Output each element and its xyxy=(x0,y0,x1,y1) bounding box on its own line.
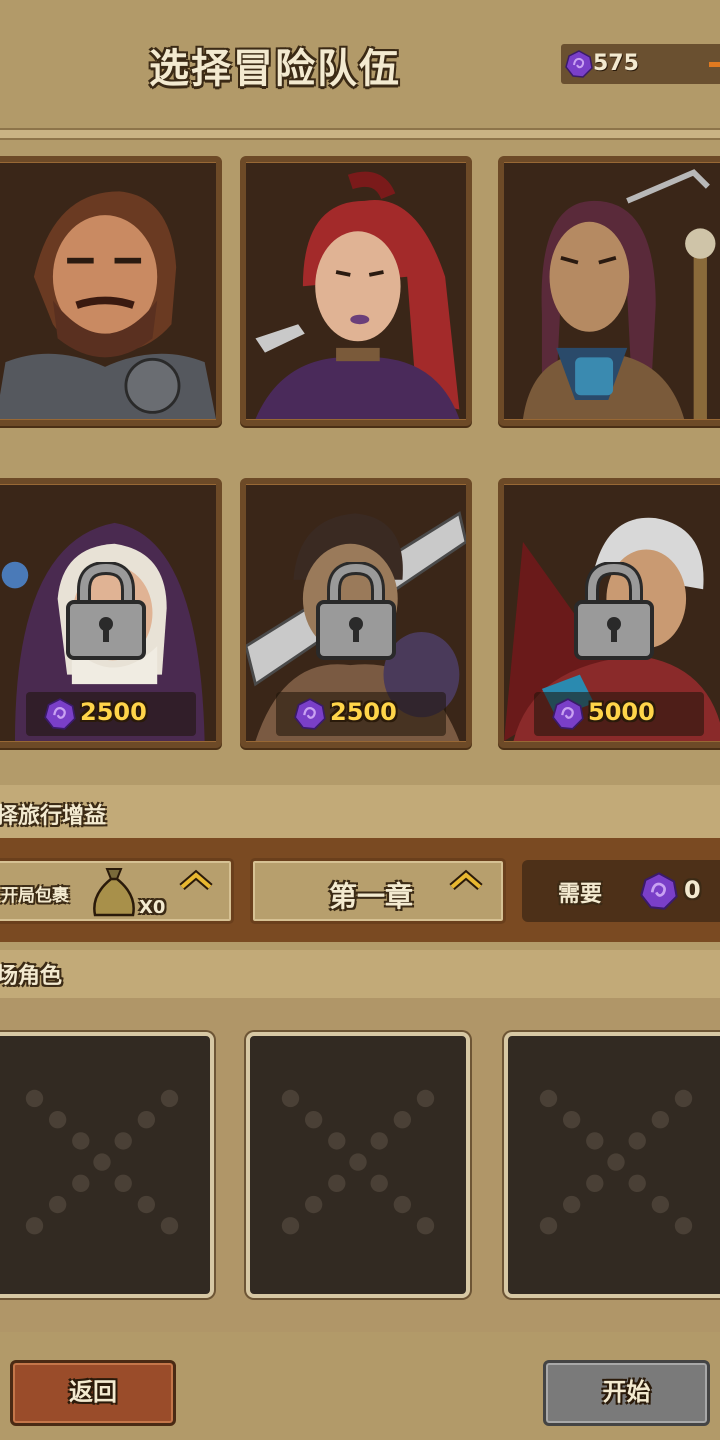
gem-count: 575 xyxy=(593,51,639,76)
page-title: 选择冒险队伍 xyxy=(149,46,401,92)
chevron-up-icon xyxy=(179,869,213,891)
party-slot-3[interactable] xyxy=(504,1032,720,1298)
cost-display: 需要 0 xyxy=(522,860,720,922)
hero-card-shaman[interactable] xyxy=(498,156,720,426)
unlock-price: 2500 xyxy=(26,692,196,736)
slots-section-header xyxy=(0,950,720,998)
card-corner xyxy=(698,484,720,510)
gem-icon xyxy=(44,698,76,730)
unlock-price: 2500 xyxy=(276,692,446,736)
starting-pack-selector[interactable]: 开局包裹 X0 xyxy=(0,858,234,924)
back-button[interactable]: 返回 xyxy=(10,1360,176,1426)
card-corner xyxy=(190,162,216,188)
price-value: 2500 xyxy=(330,698,397,726)
party-slot-1[interactable] xyxy=(0,1032,214,1298)
card-corner xyxy=(504,162,530,188)
empty-slot-icon xyxy=(281,1089,435,1235)
gem-icon xyxy=(565,50,593,78)
buff-section-header xyxy=(0,785,720,840)
gem-icon xyxy=(552,698,584,730)
hero-card-mage[interactable]: 5000 xyxy=(498,478,720,748)
unlock-price: 5000 xyxy=(534,692,704,736)
card-corner xyxy=(0,162,22,188)
lock-icon xyxy=(316,562,396,660)
price-value: 2500 xyxy=(80,698,147,726)
hero-card-warrior[interactable] xyxy=(0,156,222,426)
warrior-portrait xyxy=(0,162,216,420)
hero-card-nun[interactable]: 2500 xyxy=(0,478,222,748)
price-value: 5000 xyxy=(588,698,655,726)
start-button[interactable]: 开始 xyxy=(543,1360,710,1426)
slots-section-label: 场角色 xyxy=(0,964,63,989)
need-value: 0 xyxy=(684,876,701,904)
gem-icon xyxy=(640,872,678,910)
party-slot-2[interactable] xyxy=(246,1032,470,1298)
card-corner xyxy=(246,162,272,188)
need-label: 需要 xyxy=(558,882,603,907)
rogue-portrait xyxy=(246,162,466,420)
chapter-label: 第一章 xyxy=(329,880,414,913)
card-corner xyxy=(246,484,272,510)
card-corner xyxy=(440,484,466,510)
gem-icon xyxy=(294,698,326,730)
empty-slot-icon xyxy=(25,1089,179,1235)
chevron-up-icon xyxy=(449,869,483,891)
card-corner xyxy=(504,484,530,510)
hero-card-rogue[interactable] xyxy=(240,156,472,426)
shaman-portrait xyxy=(504,162,720,420)
lock-icon xyxy=(66,562,146,660)
buff-section-label: 择旅行增益 xyxy=(0,804,107,829)
card-corner xyxy=(190,484,216,510)
starting-pack-label: 开局包裹 xyxy=(1,886,69,906)
chapter-selector[interactable]: 第一章 xyxy=(250,858,506,924)
starting-pack-count: X0 xyxy=(139,897,166,918)
bag-icon xyxy=(93,868,135,917)
card-corner xyxy=(0,484,22,510)
empty-slot-icon xyxy=(539,1089,693,1235)
lock-icon xyxy=(574,562,654,660)
gem-counter: 575 xyxy=(561,44,720,84)
gem-bar-accent xyxy=(709,62,720,67)
card-corner xyxy=(440,162,466,188)
hero-card-swordsman[interactable]: 2500 xyxy=(240,478,472,748)
card-corner xyxy=(698,162,720,188)
header-divider xyxy=(0,128,720,140)
